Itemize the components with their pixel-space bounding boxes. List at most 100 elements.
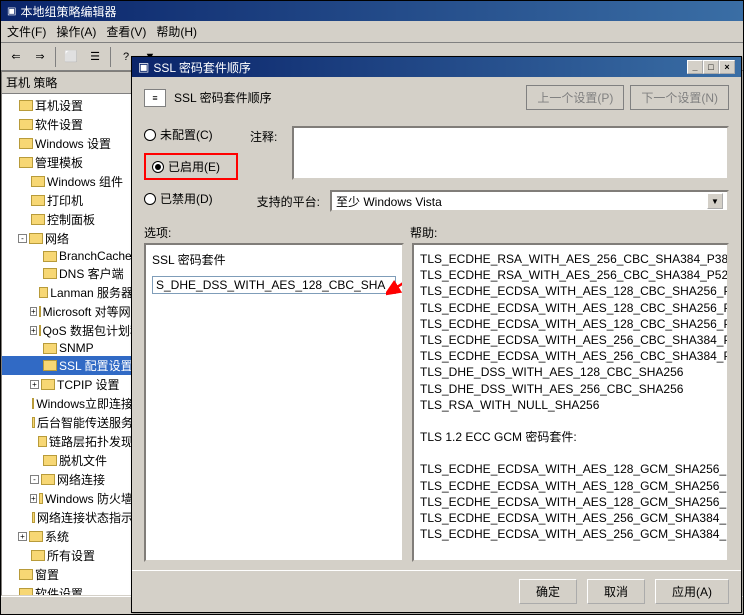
tree-item[interactable]: +Microsoft 对等网络 — [2, 302, 133, 321]
tree-item[interactable]: 链路层拓扑发现 — [2, 432, 133, 451]
tree-item[interactable]: 管理模板 — [2, 153, 133, 172]
dialog-title-bar[interactable]: ▣ SSL 密码套件顺序 _ □ × — [132, 57, 741, 77]
expand-icon[interactable]: + — [30, 326, 37, 335]
expand-icon[interactable]: - — [30, 475, 39, 484]
help-line: TLS_DHE_DSS_WITH_AES_256_CBC_SHA256 — [420, 381, 721, 397]
tree-item[interactable]: 耳机设置 — [2, 96, 133, 115]
ok-button[interactable]: 确定 — [519, 579, 577, 604]
tree-item[interactable]: 网络连接状态指示 — [2, 508, 133, 527]
radio-enabled[interactable]: 已启用(E) — [144, 153, 238, 180]
folder-icon — [32, 417, 35, 428]
tree-item[interactable]: Lanman 服务器 — [2, 283, 133, 302]
forward-button[interactable]: ⇒ — [29, 46, 51, 68]
app-icon: ▣ — [7, 6, 16, 17]
tree-item[interactable]: DNS 客户端 — [2, 264, 133, 283]
folder-icon — [31, 550, 45, 561]
tree-item[interactable]: -网络连接 — [2, 470, 133, 489]
tree-item[interactable]: +QoS 数据包计划程 — [2, 321, 133, 340]
help-line: TLS_ECDHE_ECDSA_WITH_AES_256_CBC_SHA384_… — [420, 348, 721, 364]
help-line — [420, 445, 721, 461]
tree-item[interactable]: Windows 组件 — [2, 172, 133, 191]
prev-setting-button[interactable]: 上一个设置(P) — [526, 85, 624, 110]
folder-icon — [19, 157, 33, 168]
tree-item[interactable]: 打印机 — [2, 191, 133, 210]
folder-icon — [39, 325, 41, 336]
tree-item[interactable]: SNMP — [2, 340, 133, 356]
folder-icon — [39, 287, 48, 298]
folder-icon — [19, 138, 33, 149]
tree-item[interactable]: 所有设置 — [2, 546, 133, 565]
tree-item[interactable]: +Windows 防火墙 — [2, 489, 133, 508]
close-button[interactable]: × — [719, 60, 735, 74]
comment-label: 注释: — [250, 126, 282, 180]
platform-select[interactable]: 至少 Windows Vista ▼ — [330, 190, 729, 212]
expand-icon[interactable]: + — [30, 307, 37, 316]
menu-help[interactable]: 帮助(H) — [156, 23, 197, 40]
help-line: TLS_ECDHE_ECDSA_WITH_AES_128_CBC_SHA256_… — [420, 300, 721, 316]
tree-item[interactable]: +系统 — [2, 527, 133, 546]
tree-item[interactable]: 软件设置 — [2, 584, 133, 596]
back-button[interactable]: ⇐ — [5, 46, 27, 68]
tree-item[interactable]: SSL 配置设置 — [2, 356, 133, 375]
main-title-bar: ▣ 本地组策略编辑器 — [1, 1, 743, 21]
tree-item-label: 网络连接状态指示 — [37, 509, 133, 526]
tree-item-label: SNMP — [59, 341, 94, 355]
help-label: 帮助: — [410, 224, 729, 241]
tree-item-label: 打印机 — [47, 192, 83, 209]
tree-item[interactable]: +TCPIP 设置 — [2, 375, 133, 394]
folder-icon — [38, 436, 47, 447]
tree-item[interactable]: 软件设置 — [2, 115, 133, 134]
folder-icon — [19, 588, 33, 596]
apply-button[interactable]: 应用(A) — [655, 579, 729, 604]
tree-item-label: 窗置 — [35, 566, 59, 583]
list-button[interactable]: ☰ — [84, 46, 106, 68]
help-line: TLS 1.2 ECC GCM 密码套件: — [420, 429, 721, 445]
radio-disabled[interactable]: 已禁用(D) — [144, 190, 238, 207]
help-line: TLS_ECDHE_ECDSA_WITH_AES_128_GCM_SHA256_… — [420, 461, 721, 477]
tree-item-label: 软件设置 — [35, 585, 83, 596]
next-setting-button[interactable]: 下一个设置(N) — [630, 85, 729, 110]
policy-icon: ≡ — [144, 89, 166, 107]
expand-icon[interactable]: + — [30, 380, 39, 389]
folder-icon — [43, 455, 57, 466]
help-line: TLS_RSA_WITH_NULL_SHA256 — [420, 397, 721, 413]
tree-item[interactable]: 窗置 — [2, 565, 133, 584]
menu-action[interactable]: 操作(A) — [56, 23, 96, 40]
tree-item[interactable]: -网络 — [2, 229, 133, 248]
tree-header[interactable]: 耳机 策略 — [2, 72, 133, 94]
help-panel[interactable]: TLS_ECDHE_RSA_WITH_AES_256_CBC_SHA384_P3… — [412, 243, 729, 562]
tree-item[interactable]: Windows 设置 — [2, 134, 133, 153]
tree-item[interactable]: 脱机文件 — [2, 451, 133, 470]
radio-icon — [144, 129, 156, 141]
tree-item-label: Windows立即连接 — [36, 395, 133, 412]
up-button[interactable]: ⬜ — [60, 46, 82, 68]
maximize-button[interactable]: □ — [703, 60, 719, 74]
folder-icon — [41, 474, 55, 485]
cipher-input[interactable] — [152, 276, 396, 294]
menu-view[interactable]: 查看(V) — [106, 23, 146, 40]
folder-icon — [31, 214, 45, 225]
tree-item-label: 管理模板 — [35, 154, 83, 171]
expand-icon[interactable]: - — [18, 234, 27, 243]
tree-item-label: SSL 配置设置 — [59, 357, 133, 374]
menu-bar: 文件(F) 操作(A) 查看(V) 帮助(H) — [1, 21, 743, 43]
tree-item[interactable]: 后台智能传送服务 — [2, 413, 133, 432]
help-line: TLS_ECDHE_RSA_WITH_AES_256_CBC_SHA384_P3… — [420, 251, 721, 267]
tree-item-label: DNS 客户端 — [59, 265, 124, 282]
tree-item-label: Lanman 服务器 — [50, 284, 133, 301]
folder-icon — [19, 100, 33, 111]
radio-not-configured[interactable]: 未配置(C) — [144, 126, 238, 143]
tree-item-label: 耳机设置 — [35, 97, 83, 114]
options-label: 选项: — [144, 224, 410, 241]
tree-item[interactable]: BranchCache — [2, 248, 133, 264]
comment-textarea[interactable] — [292, 126, 729, 180]
menu-file[interactable]: 文件(F) — [7, 23, 46, 40]
tree-item[interactable]: 控制面板 — [2, 210, 133, 229]
cancel-button[interactable]: 取消 — [587, 579, 645, 604]
help-line: TLS_ECDHE_ECDSA_WITH_AES_128_CBC_SHA256_… — [420, 316, 721, 332]
expand-icon[interactable]: + — [30, 494, 37, 503]
tree-item[interactable]: Windows立即连接 — [2, 394, 133, 413]
expand-icon[interactable]: + — [18, 532, 27, 541]
minimize-button[interactable]: _ — [687, 60, 703, 74]
folder-icon — [41, 379, 55, 390]
